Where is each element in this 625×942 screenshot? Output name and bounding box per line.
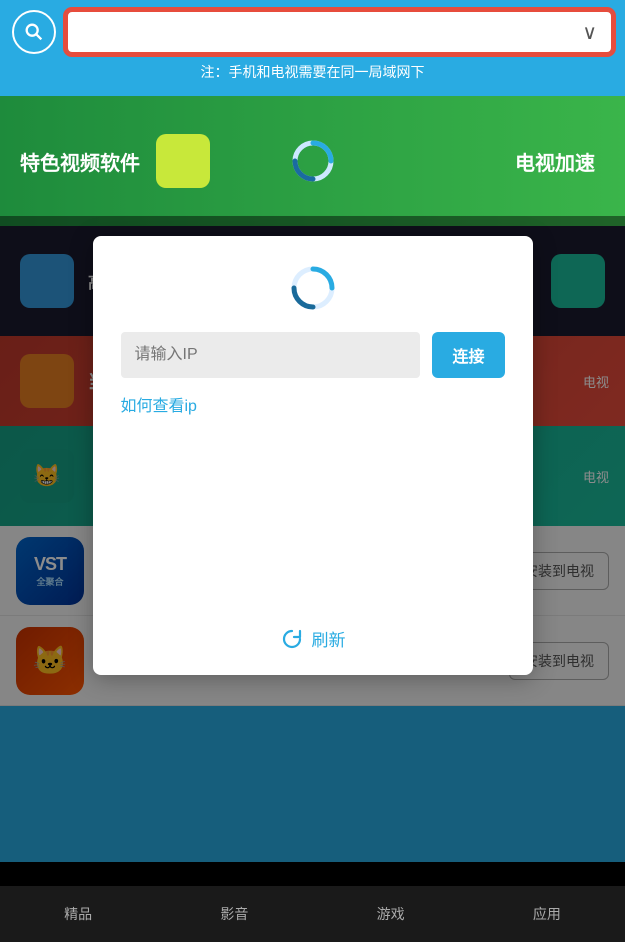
modal-overlay: 连接 如何查看ip 刷新 <box>0 216 625 862</box>
header-inner: ∨ <box>12 10 613 54</box>
banner-right-text: 电视加速 <box>515 147 595 176</box>
search-button[interactable] <box>12 10 56 54</box>
banner-spinner <box>291 139 335 183</box>
how-to-ip-link[interactable]: 如何查看ip <box>121 392 505 416</box>
connect-modal: 连接 如何查看ip 刷新 <box>93 236 533 675</box>
refresh-icon <box>280 627 304 651</box>
bottom-navigation: 精品 影音 游戏 应用 <box>0 886 625 942</box>
nav-label-featured: 精品 <box>64 904 92 924</box>
header: ∨ 注：手机和电视需要在同一局域网下 <box>0 0 625 96</box>
nav-label-media: 影音 <box>220 904 248 924</box>
featured-banner: 特色视频软件 电视加速 <box>0 96 625 226</box>
device-list-area <box>121 426 505 626</box>
nav-item-media[interactable]: 影音 <box>156 886 312 942</box>
nav-item-featured[interactable]: 精品 <box>0 886 156 942</box>
ip-input-row: 连接 <box>121 332 505 378</box>
refresh-button[interactable]: 刷新 <box>121 626 505 651</box>
loading-spinner-icon <box>289 264 337 312</box>
device-dropdown[interactable]: ∨ <box>66 10 613 54</box>
connect-button[interactable]: 连接 <box>432 332 504 378</box>
main-content: 特色视频软件 电视加速 高 当 电视 😸 电视 VST 全聚合 <box>0 96 625 862</box>
ip-input[interactable] <box>121 332 421 378</box>
nav-item-games[interactable]: 游戏 <box>313 886 469 942</box>
modal-spinner-container <box>121 264 505 312</box>
header-note: 注：手机和电视需要在同一局域网下 <box>12 62 613 86</box>
nav-label-apps: 应用 <box>533 904 561 924</box>
nav-item-apps[interactable]: 应用 <box>469 886 625 942</box>
refresh-label: 刷新 <box>312 626 346 651</box>
banner-icon-1 <box>156 134 210 188</box>
banner-left-text: 特色视频软件 <box>20 147 140 176</box>
chevron-down-icon: ∨ <box>582 20 597 45</box>
search-icon <box>23 21 45 43</box>
nav-label-games: 游戏 <box>377 904 405 924</box>
